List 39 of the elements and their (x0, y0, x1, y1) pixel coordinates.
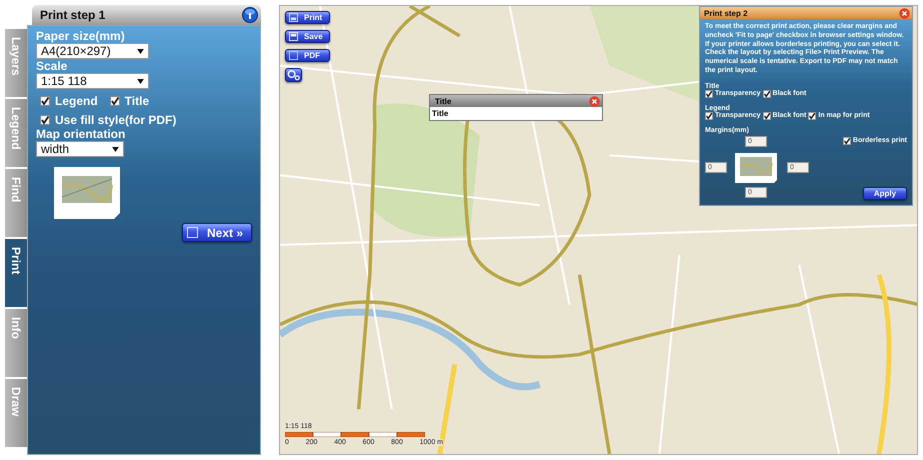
map-toolbar-button[interactable]: Save (285, 30, 330, 43)
page-preview-drawing (54, 167, 120, 219)
orientation-dropdown[interactable]: width (36, 141, 124, 157)
title-text: Title (431, 108, 450, 120)
info-icon[interactable] (242, 7, 258, 23)
printer-icon (289, 13, 298, 22)
checkbox[interactable] (40, 115, 50, 125)
checkbox[interactable] (842, 136, 851, 144)
checkbox[interactable] (40, 96, 50, 106)
dialog-title: Print step 2 (704, 8, 748, 18)
settings-button[interactable] (285, 68, 302, 82)
side-tab[interactable]: Print (5, 239, 27, 307)
next-button[interactable]: Next » (182, 223, 252, 242)
checkbox-label: Title (124, 94, 150, 108)
caret-icon (112, 146, 119, 152)
scale-dropdown[interactable]: 1:15 118 (36, 73, 149, 89)
field-label: Scale (36, 59, 68, 73)
field-label: Map orientation (36, 127, 126, 141)
paper-size-dropdown[interactable]: A4(210×297) (36, 43, 149, 59)
apply-button[interactable]: Apply (863, 186, 907, 200)
window-title: Title (435, 96, 452, 106)
checkbox[interactable] (705, 90, 713, 98)
checkbox[interactable] (110, 96, 120, 106)
caret-icon (137, 78, 144, 84)
checkbox[interactable] (762, 90, 771, 98)
checkbox[interactable] (705, 112, 713, 120)
checkbox[interactable] (808, 112, 816, 120)
map-toolbar-button[interactable]: PDF (285, 49, 330, 62)
checkbox[interactable] (762, 112, 771, 120)
checkbox-label: Legend (55, 94, 98, 108)
caret-icon (137, 48, 144, 54)
document-icon (289, 51, 298, 60)
checkbox-label: Use fill style(for PDF) (55, 113, 176, 127)
field-label: Paper size(mm) (36, 29, 126, 43)
panel-title: Print step 1 (40, 8, 106, 22)
close-icon[interactable] (899, 8, 910, 18)
close-icon[interactable] (589, 96, 600, 106)
map-toolbar-button[interactable]: Print (285, 11, 330, 24)
page-preview-drawing (735, 152, 777, 182)
